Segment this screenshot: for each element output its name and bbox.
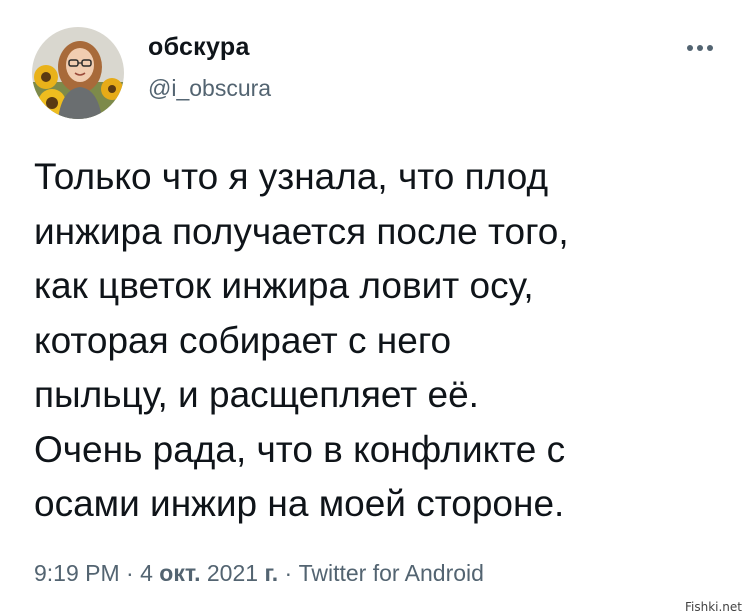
avatar[interactable]: [32, 27, 124, 119]
user-handle[interactable]: @i_obscura: [148, 75, 271, 102]
tweet-date-year-suffix[interactable]: г.: [264, 560, 278, 586]
more-button[interactable]: [680, 36, 720, 60]
tweet-time[interactable]: 9:19 PM: [34, 560, 120, 586]
tweet-text: Только что я узнала, что плод инжира пол…: [34, 156, 569, 524]
tweet-date-month[interactable]: окт.: [159, 560, 200, 586]
avatar-photo-icon: [32, 27, 124, 119]
watermark: Fishki.net: [684, 600, 742, 614]
tweet-meta: 9:19 PM · 4 окт. 2021 г. · Twitter for A…: [34, 560, 484, 587]
tweet-date-day[interactable]: 4: [140, 560, 153, 586]
meta-separator-2: ·: [284, 560, 293, 586]
tweet-card: обскура @i_obscura Только что я узнала, …: [0, 0, 750, 616]
display-name[interactable]: обскура: [148, 33, 250, 62]
more-horizontal-icon: [687, 45, 713, 51]
meta-separator: ·: [126, 560, 134, 586]
tweet-date-year[interactable]: 2021: [207, 560, 258, 586]
tweet-source[interactable]: Twitter for Android: [299, 560, 484, 586]
